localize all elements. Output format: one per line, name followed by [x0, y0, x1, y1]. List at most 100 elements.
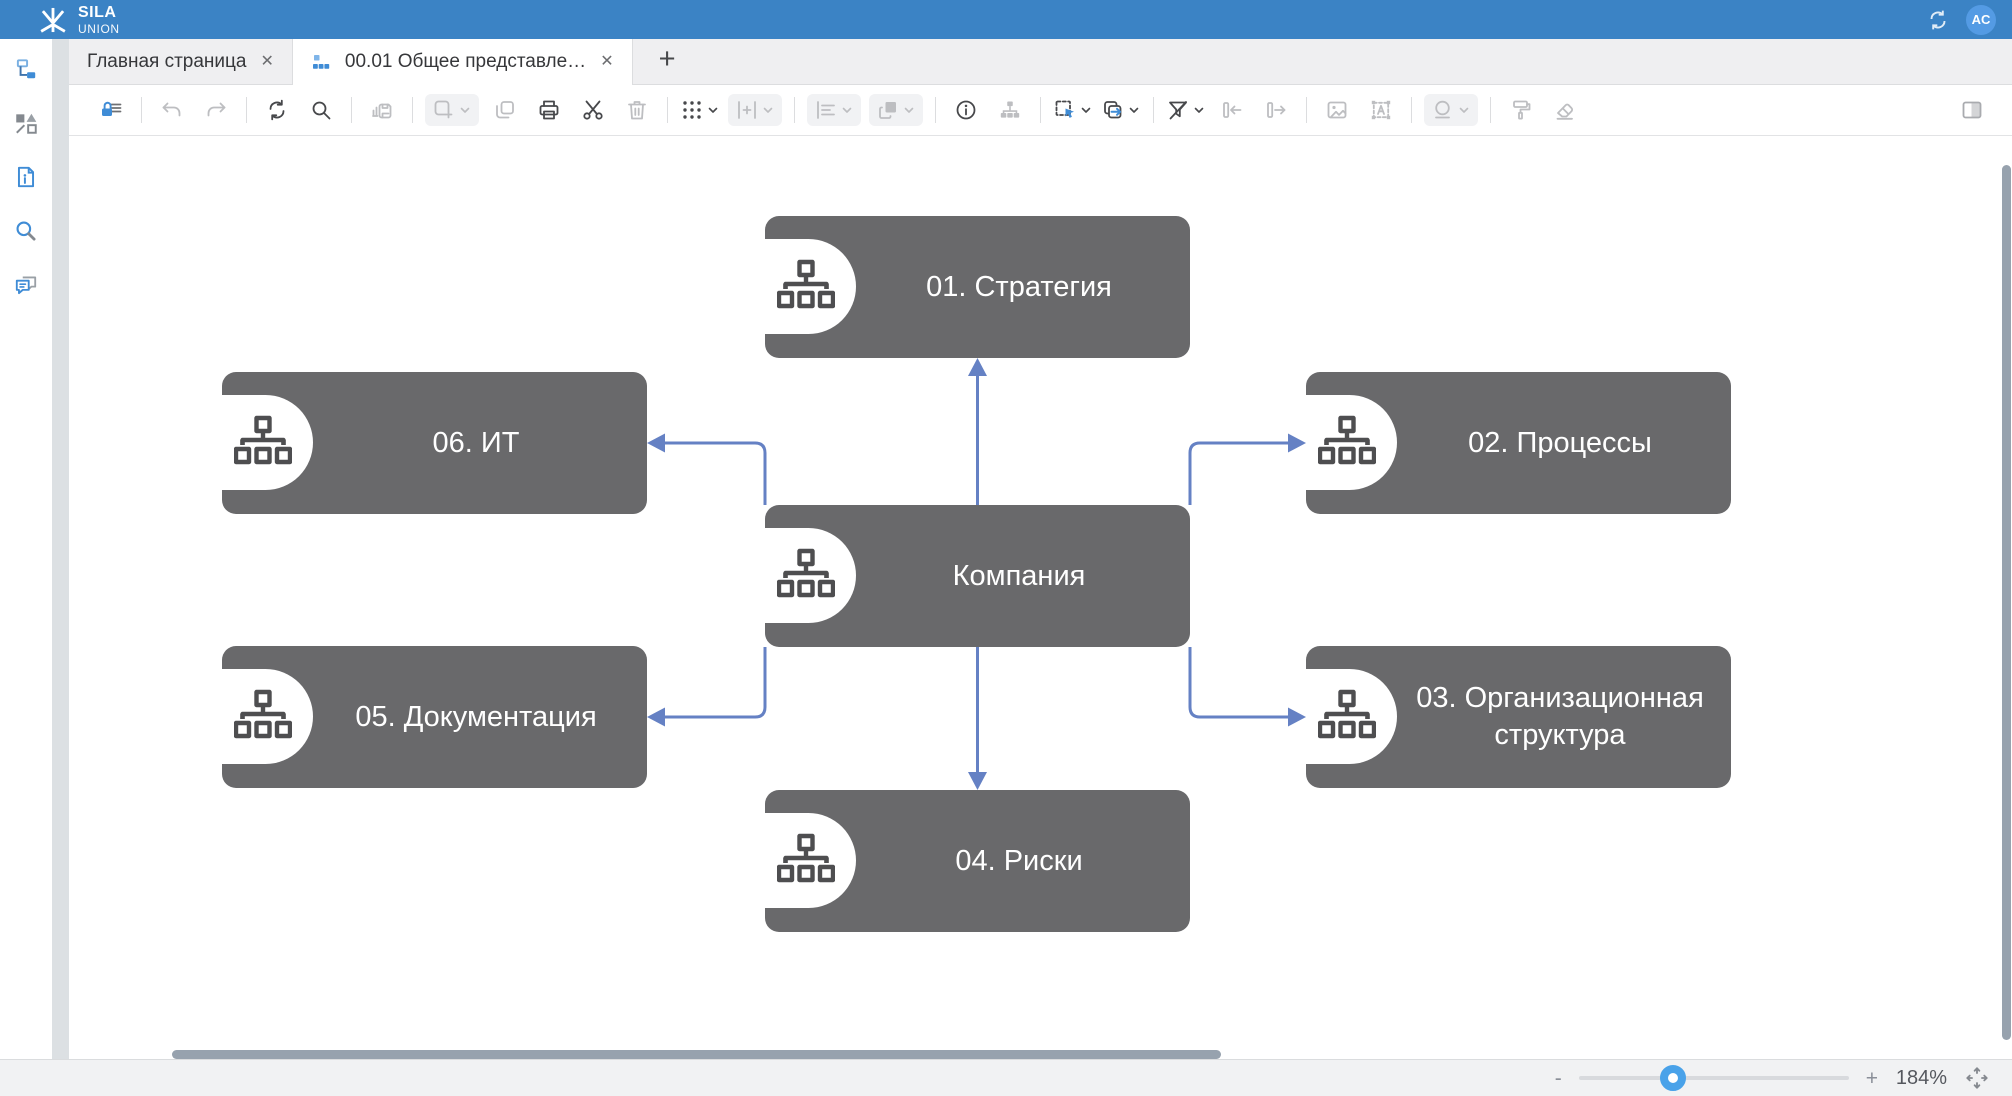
toolbar-button-arrange — [869, 94, 923, 126]
toolbar-button-format-paint — [1503, 94, 1539, 126]
connector-company-processes[interactable] — [1190, 434, 1306, 506]
chevron-down-icon — [840, 103, 854, 117]
toolbar-button-export[interactable] — [1101, 94, 1141, 126]
toolbar-button-collapse-left — [1214, 94, 1250, 126]
user-avatar[interactable]: AC — [1966, 5, 1996, 35]
zoom-in-button[interactable]: + — [1866, 1068, 1878, 1089]
toolbar-button-select[interactable] — [1053, 94, 1093, 126]
diagram-node-org-structure[interactable]: 03. Организационная структура — [1306, 646, 1731, 788]
toolbar-button-panel-toggle[interactable] — [1954, 94, 1990, 126]
tab-home-label: Главная страница — [87, 51, 247, 73]
doc-info-icon — [13, 164, 39, 190]
diagram-node-documentation[interactable]: 05. Документация — [222, 646, 647, 788]
toolbar-button-eraser — [1547, 94, 1583, 126]
expand-right-icon — [1264, 98, 1288, 122]
zoom-slider-knob[interactable] — [1660, 1065, 1686, 1091]
diagram-toolbar — [69, 85, 2012, 136]
navigator-icon — [13, 56, 39, 82]
image-icon — [1325, 98, 1349, 122]
chevron-down-icon — [1192, 103, 1206, 117]
connector-company-documentation[interactable] — [647, 647, 765, 727]
spacing-icon — [735, 98, 759, 122]
chevron-down-icon — [1457, 103, 1471, 117]
node-icon-area — [222, 669, 313, 764]
toolbar-separator — [1040, 97, 1041, 123]
cut-icon — [581, 98, 605, 122]
toolbar-button-cut[interactable] — [575, 94, 611, 126]
sidebar-item-comments[interactable] — [8, 267, 44, 303]
left-sidebar — [0, 39, 52, 1059]
vertical-scrollbar[interactable] — [2002, 165, 2011, 1040]
node-label: Компания — [858, 505, 1180, 647]
chevron-down-icon — [1079, 103, 1093, 117]
duplicate-icon — [493, 98, 517, 122]
tab-home[interactable]: Главная страница ✕ — [69, 39, 292, 84]
toolbar-button-duplicate — [487, 94, 523, 126]
sidebar-item-search[interactable] — [8, 213, 44, 249]
toolbar-separator — [351, 97, 352, 123]
toolbar-button-filter-off[interactable] — [1166, 94, 1206, 126]
zoom-slider[interactable] — [1579, 1076, 1849, 1080]
chevron-down-icon — [1127, 103, 1141, 117]
undo-icon — [160, 98, 184, 122]
sila-union-logo-icon — [36, 4, 70, 36]
diagram-node-strategy[interactable]: 01. Стратегия — [765, 216, 1190, 358]
arrange-icon — [876, 98, 900, 122]
toolbar-button-info[interactable] — [948, 94, 984, 126]
diagram-node-processes[interactable]: 02. Процессы — [1306, 372, 1731, 514]
filter-off-icon — [1166, 98, 1190, 122]
diagram-node-company[interactable]: Компания — [765, 505, 1190, 647]
toolbar-separator — [1306, 97, 1307, 123]
sidebar-item-doc-info[interactable] — [8, 159, 44, 195]
toolbar-button-lock[interactable] — [93, 94, 129, 126]
new-tab-button[interactable]: + — [653, 45, 682, 78]
status-bar: - + 184% — [0, 1059, 2012, 1096]
collapse-left-icon — [1220, 98, 1244, 122]
diagram-node-it[interactable]: 06. ИТ — [222, 372, 647, 514]
connector-company-it[interactable] — [647, 434, 765, 506]
tab-model-label: 00.01 Общее представле… — [345, 51, 586, 73]
export-icon — [1101, 98, 1125, 122]
toolbar-button-hierarchy — [992, 94, 1028, 126]
panel-toggle-icon — [1960, 98, 1984, 122]
zoom-level: 184% — [1895, 1067, 1947, 1090]
diagram-canvas[interactable]: 01. Стратегия 02. Процессы 03. Организац… — [69, 136, 2012, 1059]
sync-icon[interactable] — [1926, 8, 1950, 32]
horizontal-scrollbar[interactable] — [172, 1050, 1221, 1059]
node-icon-area — [765, 528, 856, 623]
search-icon — [13, 218, 39, 244]
org-chart-icon — [234, 414, 292, 470]
node-icon-area — [1306, 669, 1397, 764]
hierarchy-icon — [998, 98, 1022, 122]
toolbar-button-refresh[interactable] — [259, 94, 295, 126]
toolbar-button-grid[interactable] — [680, 94, 720, 126]
zoom-out-button[interactable]: - — [1555, 1068, 1562, 1089]
toolbar-button-print[interactable] — [531, 94, 567, 126]
brand-name: SILA — [78, 5, 120, 21]
node-label: 06. ИТ — [315, 372, 637, 514]
text-frame-icon — [1369, 98, 1393, 122]
delete-icon — [625, 98, 649, 122]
sidebar-item-shapes[interactable] — [8, 105, 44, 141]
tab-model-close-icon[interactable]: ✕ — [600, 54, 613, 70]
connector-company-strategy[interactable] — [968, 358, 987, 505]
zoom-search-icon — [309, 98, 333, 122]
toolbar-button-zoom-search[interactable] — [303, 94, 339, 126]
toolbar-button-redo — [198, 94, 234, 126]
tab-model-overview[interactable]: 00.01 Общее представле… ✕ — [292, 39, 633, 85]
toolbar-button-shape-ellipse — [1424, 94, 1478, 126]
diagram-node-risks[interactable]: 04. Риски — [765, 790, 1190, 932]
node-icon-area — [765, 239, 856, 334]
refresh-icon — [265, 98, 289, 122]
sidebar-item-navigator[interactable] — [8, 51, 44, 87]
toolbar-button-image — [1319, 94, 1355, 126]
connector-company-risks[interactable] — [968, 647, 987, 790]
fit-to-screen-icon[interactable] — [1964, 1065, 1990, 1091]
connector-company-org-structure[interactable] — [1190, 647, 1306, 727]
org-chart-icon — [777, 832, 835, 888]
toolbar-button-add-object — [425, 94, 479, 126]
tab-home-close-icon[interactable]: ✕ — [261, 54, 274, 70]
toolbar-separator — [794, 97, 795, 123]
print-icon — [537, 98, 561, 122]
grid-icon — [680, 98, 704, 122]
